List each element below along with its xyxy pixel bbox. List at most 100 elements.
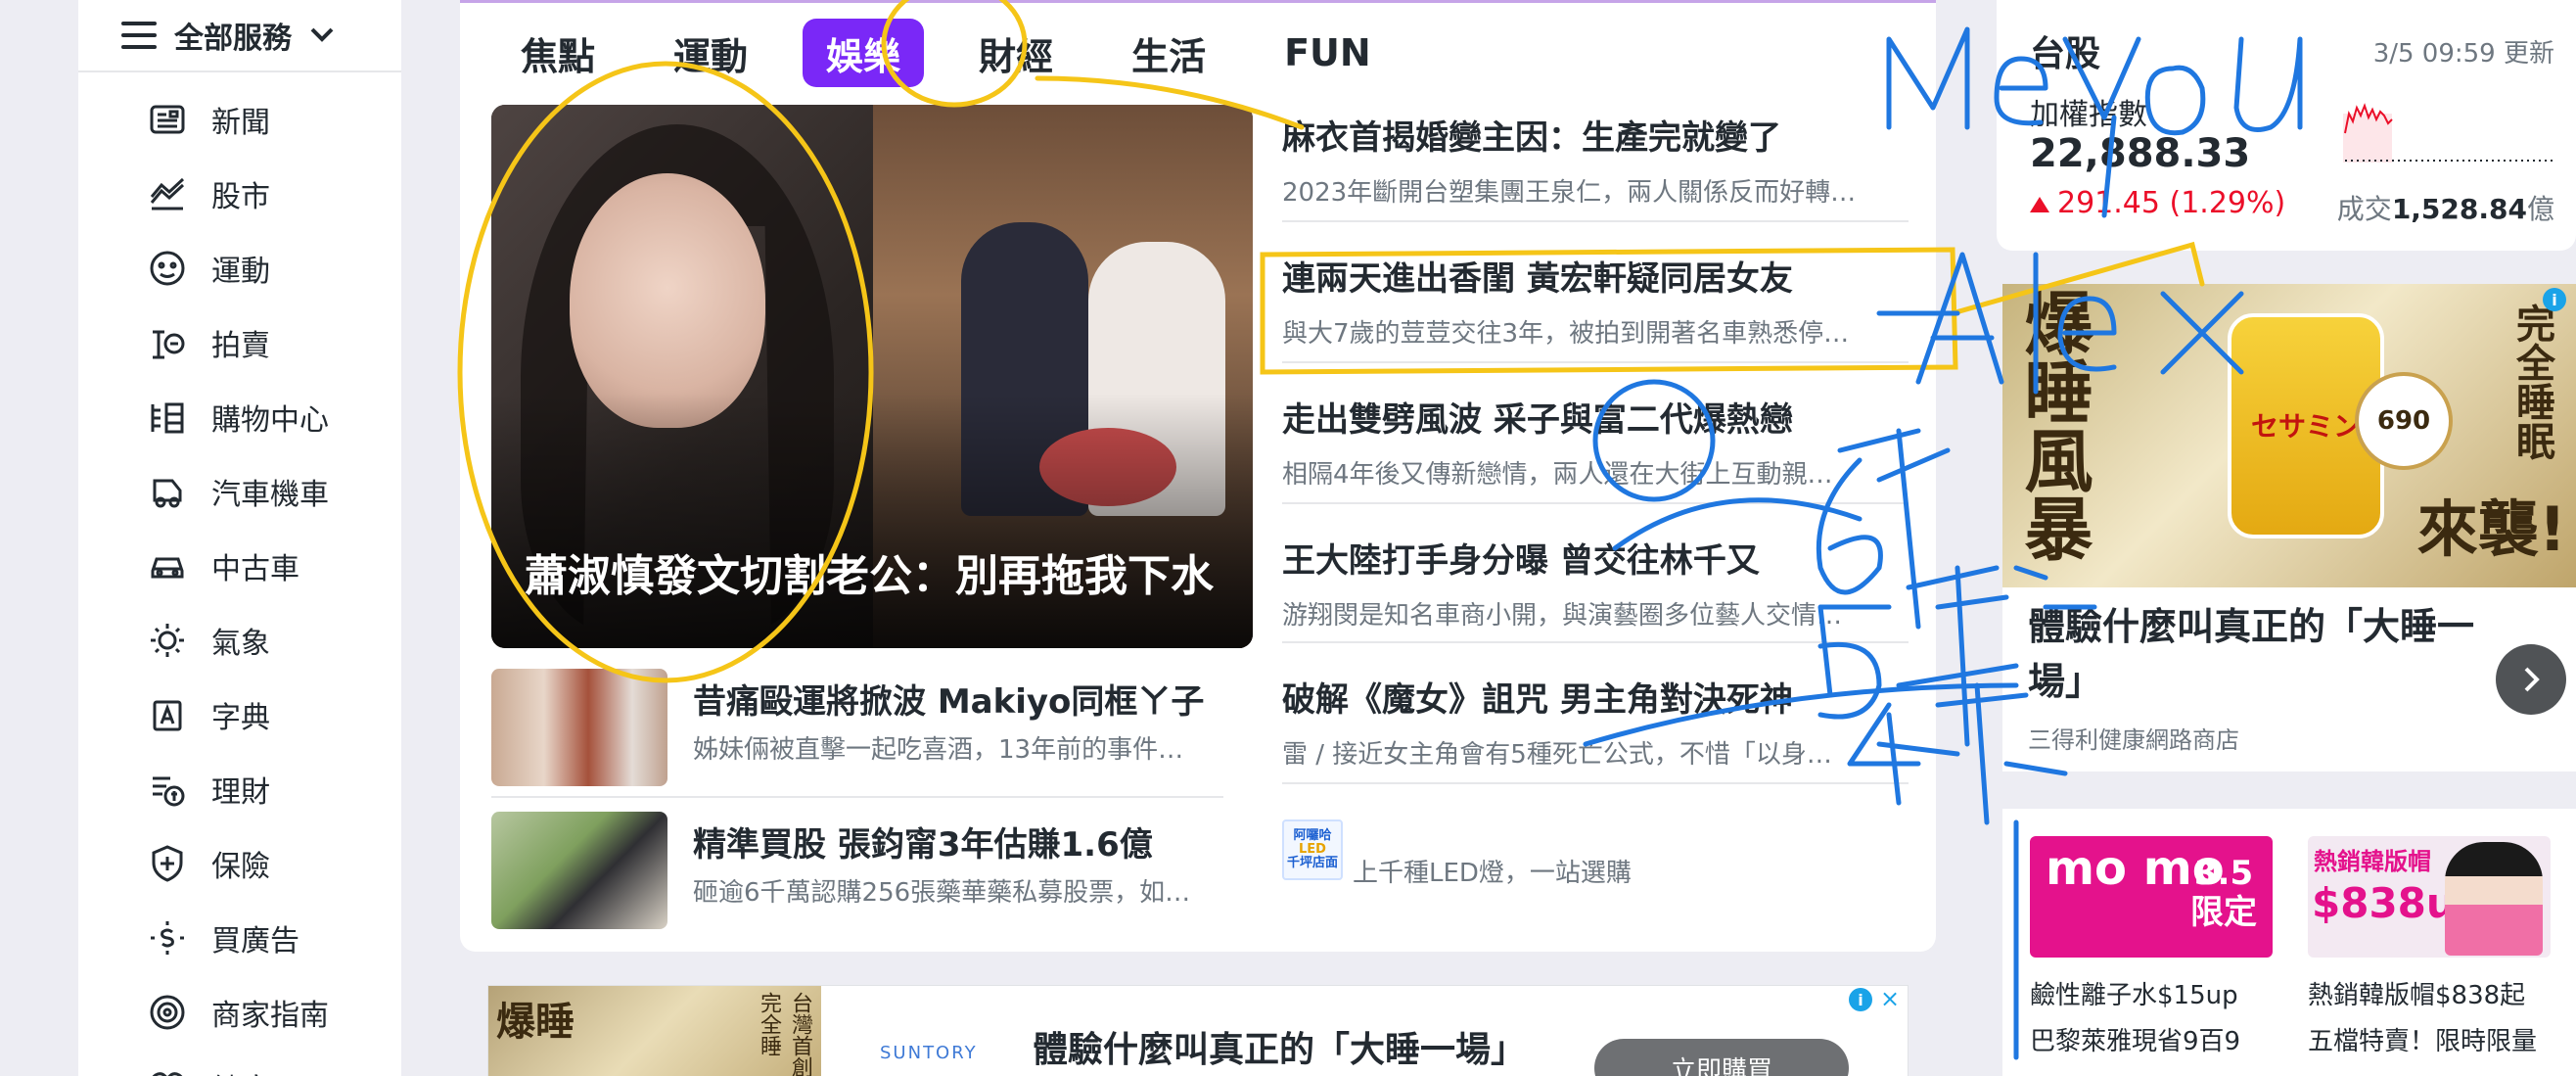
business-guide-icon bbox=[150, 995, 185, 1030]
carousel-next-button[interactable] bbox=[2496, 644, 2566, 715]
sidebar-item-used-car[interactable]: 中古車 bbox=[78, 529, 401, 603]
sidebar-item-label: 拍賣 bbox=[211, 329, 270, 363]
tab-entertainment[interactable]: 娛樂 bbox=[803, 19, 925, 87]
shop-item-line[interactable]: 鹼性離子水$15up bbox=[2030, 975, 2273, 1011]
headline-item[interactable]: 走出雙劈風波 采子與富二代爆熱戀 相隔4年後又傳新戀情，兩人還在大街上互動親… bbox=[1282, 393, 1909, 491]
momo-promo-image: mo mo 3.5 限定 bbox=[2030, 836, 2273, 958]
shop-item-line[interactable]: 巴黎萊雅現省9百9 bbox=[2030, 1021, 2273, 1057]
headline-item[interactable]: 王大陸打手身分曝 曾交往林千又 游翔閔是知名車商小開，與演藝圈多位藝人交情… bbox=[1282, 534, 1909, 632]
divider bbox=[1282, 502, 1909, 504]
close-icon[interactable]: × bbox=[1878, 987, 1902, 1011]
headline-title[interactable]: 連兩天進出香閨 黃宏軒疑同居女友 bbox=[1282, 252, 1909, 300]
hat-promo-tag: 熱銷韓版帽 bbox=[2314, 848, 2431, 875]
banner-ad-product-text: 爆睡 bbox=[496, 1000, 575, 1045]
sidebar-item-label: 買廣告 bbox=[211, 924, 299, 959]
stock-change: 291.45 (1.29%) bbox=[2030, 186, 2285, 220]
price-badge: 690 bbox=[2355, 372, 2453, 470]
hero-title[interactable]: 蕭淑慎發文切割老公：別再拖我下水 bbox=[525, 542, 1219, 611]
native-ad-headline[interactable]: 體驗什麼叫真正的「大睡一場」 bbox=[2028, 599, 2478, 709]
shop-item-line[interactable]: 五檔特賣！限時限量 bbox=[2308, 1021, 2551, 1057]
banner-ad-headline[interactable]: 體驗什麼叫真正的「大睡一場」 bbox=[1033, 1021, 1526, 1072]
stock-title[interactable]: 台股 bbox=[2030, 25, 2100, 76]
stock-index-value: 22,888.33 bbox=[2030, 131, 2251, 176]
sidebar-item-label: 氣象 bbox=[211, 627, 270, 661]
sidebar-item-dictionary[interactable]: 字典 bbox=[78, 678, 401, 752]
thumb-story-summary: 砸逾6千萬認購256張藥華藥私募股票，如… bbox=[693, 878, 1191, 908]
native-ad-sponsor: 三得利健康網路商店 bbox=[2028, 726, 2239, 754]
sidebar-item-label: 字典 bbox=[211, 701, 270, 735]
ad-info-icon[interactable]: i bbox=[1849, 988, 1872, 1011]
divider bbox=[491, 796, 1223, 798]
newspaper-icon bbox=[150, 105, 185, 134]
sidebar-item-sports[interactable]: 運動 bbox=[78, 231, 401, 305]
sidebar-item-health[interactable]: 健康 bbox=[78, 1050, 401, 1076]
banner-ad[interactable]: 爆睡 台灣首創 完全睡 SUNTORY 體驗什麼叫真正的「大睡一場」 立即購買 … bbox=[487, 985, 1909, 1076]
sidebar-item-weather[interactable]: 氣象 bbox=[78, 603, 401, 678]
sidebar-item-ads[interactable]: 買廣告 bbox=[78, 901, 401, 975]
sidebar: 全部服務 新聞 股市 運動 拍賣 購物中心 汽車機車 中古車 氣象 字典 理財 … bbox=[78, 0, 401, 1076]
health-heart-icon bbox=[152, 1072, 183, 1076]
momo-promo-text: 3.5 限定 bbox=[2190, 854, 2257, 932]
divider bbox=[1282, 641, 1909, 643]
banner-ad-brand: SUNTORY bbox=[880, 1043, 978, 1063]
sidebar-item-cars[interactable]: 汽車機車 bbox=[78, 454, 401, 529]
thumb-image bbox=[491, 812, 667, 929]
headline-item[interactable]: 連兩天進出香閨 黃宏軒疑同居女友 與大7歲的荳荳交往3年，被拍到開著名車熟悉停… bbox=[1282, 252, 1909, 350]
headline-summary: 與大7歲的荳荳交往3年，被拍到開著名車熟悉停… bbox=[1282, 319, 1850, 349]
sponsored-text[interactable]: 上千種LED燈，一站選購 bbox=[1353, 853, 1632, 889]
ad-info-icon[interactable]: i bbox=[2543, 288, 2566, 311]
thumb-story-title[interactable]: 精準買股 張鈞甯3年估賺1.6億 bbox=[693, 818, 1221, 865]
headline-item[interactable]: 麻衣首揭婚變主因：生產完就變了 2023年斷開台塑集團王泉仁，兩人關係反而好轉… bbox=[1282, 111, 1909, 209]
stock-change-text: 291.45 (1.29%) bbox=[2057, 186, 2286, 220]
sidebar-item-mall[interactable]: 購物中心 bbox=[78, 380, 401, 454]
headline-summary: 2023年斷開台塑集團王泉仁，兩人關係反而好轉… bbox=[1282, 178, 1857, 208]
tab-sports[interactable]: 運動 bbox=[650, 19, 771, 87]
chevron-right-icon bbox=[2524, 667, 2540, 692]
auction-icon bbox=[153, 330, 185, 359]
sidebar-item-auction[interactable]: 拍賣 bbox=[78, 305, 401, 380]
used-car-icon bbox=[151, 557, 184, 579]
sidebar-nav: 新聞 股市 運動 拍賣 購物中心 汽車機車 中古車 氣象 字典 理財 保險 買廣… bbox=[78, 82, 401, 1076]
native-ad[interactable]: 爆睡風暴 セサミン 690 完全睡眠 來襲! i 體驗什麼叫真正的「大睡一場」 … bbox=[2002, 284, 2576, 772]
shop-item[interactable]: mo mo 3.5 限定 鹼性離子水$15up 巴黎萊雅現省9百9 bbox=[2030, 836, 2273, 1057]
led-store-logo: 阿囉哈 LED 千坪店面 bbox=[1282, 819, 1343, 880]
logo-text: 阿囉哈 bbox=[1293, 828, 1332, 843]
shop-item-line[interactable]: 熱銷韓版帽$838起 bbox=[2308, 975, 2551, 1011]
buy-now-button[interactable]: 立即購買 bbox=[1594, 1039, 1849, 1076]
headline-title[interactable]: 走出雙劈風波 采子與富二代爆熱戀 bbox=[1282, 393, 1909, 441]
thumb-story-summary: 姊妹倆被直擊一起吃喜酒，13年前的事件… bbox=[693, 735, 1184, 765]
sidebar-item-stock[interactable]: 股市 bbox=[78, 157, 401, 231]
tab-finance[interactable]: 財經 bbox=[955, 19, 1077, 87]
stock-widget[interactable]: 台股 3/5 09:59 更新 加權指數 22,888.33 291.45 (1… bbox=[1997, 0, 2576, 251]
stock-volume-value: 1,528.84 bbox=[2391, 193, 2527, 225]
headline-title[interactable]: 麻衣首揭婚變主因：生產完就變了 bbox=[1282, 111, 1909, 159]
car-scooter-icon bbox=[153, 479, 182, 508]
tab-life[interactable]: 生活 bbox=[1108, 19, 1229, 87]
headline-title[interactable]: 王大陸打手身分曝 曾交往林千又 bbox=[1282, 534, 1909, 582]
dictionary-icon bbox=[153, 700, 182, 731]
hamburger-menu-icon bbox=[121, 22, 157, 49]
sidebar-item-business-guide[interactable]: 商家指南 bbox=[78, 975, 401, 1050]
hero-story[interactable]: 蕭淑慎發文切割老公：別再拖我下水 bbox=[491, 105, 1253, 648]
sidebar-item-label: 汽車機車 bbox=[211, 478, 329, 512]
tab-focus[interactable]: 焦點 bbox=[497, 19, 619, 87]
weather-sun-icon bbox=[151, 624, 184, 657]
shopping-module: mo mo 3.5 限定 鹼性離子水$15up 巴黎萊雅現省9百9 熱銷韓版帽 … bbox=[2002, 809, 2576, 1076]
sponsored-link[interactable]: 阿囉哈 LED 千坪店面 上千種LED燈，一站選購 bbox=[1282, 819, 1909, 898]
shop-item[interactable]: 熱銷韓版帽 $838up 熱銷韓版帽$838起 五檔特賣！限時限量 bbox=[2308, 836, 2551, 1057]
thumb-image bbox=[491, 669, 667, 786]
all-services-menu[interactable]: 全部服務 bbox=[78, 0, 401, 72]
shopping-mall-icon bbox=[151, 402, 184, 434]
sidebar-item-news[interactable]: 新聞 bbox=[78, 82, 401, 157]
thumb-story-title[interactable]: 昔痛毆運將掀波 Makiyo同框ㄚ子 bbox=[693, 675, 1221, 723]
news-module: 焦點 運動 娛樂 財經 生活 FUN 蕭淑慎發文切割老公：別再拖我下水 麻衣首揭… bbox=[460, 0, 1936, 952]
stock-volume-label: 成交 bbox=[2336, 193, 2392, 225]
thumb-story[interactable]: 昔痛毆運將掀波 Makiyo同框ㄚ子 姊妹倆被直擊一起吃喜酒，13年前的事件… bbox=[491, 669, 1909, 786]
sidebar-item-label: 新聞 bbox=[211, 106, 270, 140]
sidebar-item-insurance[interactable]: 保險 bbox=[78, 826, 401, 901]
tab-fun[interactable]: FUN bbox=[1261, 19, 1395, 87]
hat-promo-image: 熱銷韓版帽 $838up bbox=[2308, 836, 2551, 958]
headline-summary: 游翔閔是知名車商小開，與演藝圈多位藝人交情… bbox=[1282, 601, 1843, 631]
sidebar-item-label: 商家指南 bbox=[211, 999, 329, 1033]
sidebar-item-finance[interactable]: 理財 bbox=[78, 752, 401, 826]
